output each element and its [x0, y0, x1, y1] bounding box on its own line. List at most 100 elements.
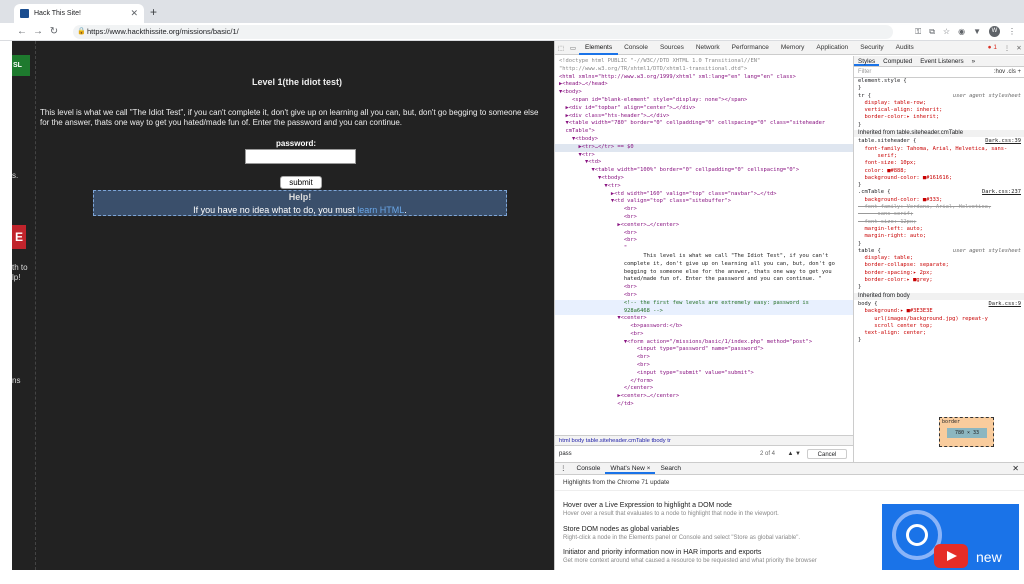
- dom-line[interactable]: <br>: [555, 206, 853, 214]
- whats-new-video-thumbnail[interactable]: new: [882, 504, 1019, 570]
- dom-line[interactable]: ▼<tr>: [555, 183, 853, 191]
- dom-line[interactable]: begging to someone else for the answer, …: [555, 269, 853, 277]
- new-tab-button[interactable]: +: [150, 5, 157, 19]
- tab-styles[interactable]: Styles: [854, 56, 880, 66]
- tab-event-listeners[interactable]: Event Listeners: [916, 56, 967, 66]
- tab-elements[interactable]: Elements: [579, 41, 619, 55]
- dom-line[interactable]: ▶<center>…</center>: [555, 393, 853, 401]
- style-rule-line[interactable]: background:▸ ■#3E3E3E: [854, 308, 1024, 315]
- style-rule-line[interactable]: url(images/background.jpg) repeat-y: [854, 316, 1024, 323]
- dom-line[interactable]: ▼<table width="780" border="0" cellpaddi…: [555, 120, 853, 128]
- dom-line[interactable]: <input type="submit" value="submit">: [555, 370, 853, 378]
- tab-network[interactable]: Network: [690, 41, 726, 55]
- forward-icon[interactable]: →: [30, 26, 46, 37]
- news-item[interactable]: Hover over a Live Expression to highligh…: [563, 502, 863, 517]
- tab-computed[interactable]: Computed: [879, 56, 916, 66]
- news-item[interactable]: Store DOM nodes as global variables Righ…: [563, 526, 863, 541]
- dom-line[interactable]: <br>: [555, 331, 853, 339]
- dom-line[interactable]: <br>: [555, 354, 853, 362]
- submit-button[interactable]: submit: [280, 176, 322, 189]
- style-rule-line[interactable]: border-collapse: separate;: [854, 262, 1024, 269]
- style-rule-line[interactable]: background-color: ■#333;: [854, 197, 1024, 204]
- dom-line[interactable]: ▼<body>: [555, 89, 853, 97]
- dom-line[interactable]: ▶<center>…</center>: [555, 222, 853, 230]
- dom-line[interactable]: ▼<tbody>: [555, 136, 853, 144]
- style-rule-line[interactable]: }: [854, 337, 1024, 344]
- styles-filter[interactable]: Filter :hov .cls +: [854, 67, 1024, 78]
- news-item[interactable]: Initiator and priority information now i…: [563, 549, 863, 564]
- dom-line[interactable]: ▼<tbody>: [555, 175, 853, 183]
- style-rule-line[interactable]: }: [854, 284, 1024, 291]
- dom-line[interactable]: This level is what we call "The Idiot Te…: [555, 253, 853, 261]
- style-rule-line[interactable]: border-spacing:▸ 2px;: [854, 270, 1024, 277]
- breadcrumb[interactable]: html body table.siteheader.cmTable tbody…: [555, 435, 853, 445]
- dom-line[interactable]: <!doctype html PUBLIC "-//W3C//DTD XHTML…: [555, 58, 853, 66]
- style-rule-line[interactable]: border-color:▸ ■grey;: [854, 277, 1024, 284]
- style-source-link[interactable]: Dark.css:237: [982, 189, 1021, 196]
- dom-line[interactable]: ": [555, 245, 853, 253]
- dom-line[interactable]: <br>: [555, 362, 853, 370]
- tab-sources[interactable]: Sources: [654, 41, 690, 55]
- dom-line[interactable]: "http://www.w3.org/TR/xhtml1/DTD/xhtml1-…: [555, 66, 853, 74]
- style-rule-line[interactable]: font-family: Tahoma, Arial, Helvetica, s…: [854, 146, 1024, 153]
- drawer-menu-icon[interactable]: ⋮: [555, 463, 572, 474]
- star-icon[interactable]: ☆: [943, 27, 950, 36]
- avatar[interactable]: W: [989, 26, 1000, 37]
- close-tab-icon[interactable]: ✕: [130, 8, 138, 19]
- reload-icon[interactable]: ↻: [46, 26, 62, 37]
- dom-line[interactable]: 928a6468 -->: [555, 307, 853, 316]
- dom-line[interactable]: ▶<div class="hts-header">…</div>: [555, 113, 853, 121]
- style-rule-line[interactable]: }: [854, 85, 1024, 92]
- style-rule-line[interactable]: font-size: 12px;: [854, 219, 1024, 226]
- style-rule-line[interactable]: }: [854, 122, 1024, 129]
- inspect-icon[interactable]: ⬚: [555, 44, 567, 52]
- style-rule-line[interactable]: margin-left: auto;: [854, 226, 1024, 233]
- tab-console[interactable]: Console: [618, 41, 654, 55]
- tab-whats-new[interactable]: What's New ×: [605, 463, 656, 474]
- key-icon[interactable]: ⚿: [915, 27, 921, 37]
- browser-tab[interactable]: Hack This Site! ✕: [14, 4, 144, 23]
- more-icon[interactable]: ⋮: [1001, 44, 1013, 52]
- style-rule-line[interactable]: background-color: ■#161616;: [854, 175, 1024, 182]
- style-rule-line[interactable]: color: ■#888;: [854, 168, 1024, 175]
- tab-drawer-console[interactable]: Console: [572, 463, 606, 474]
- style-rule-line[interactable]: font-family: Verdana, Arial, Helvetica,: [854, 204, 1024, 211]
- dom-line[interactable]: ▼<form action="/missions/basic/1/index.p…: [555, 339, 853, 347]
- style-rule-line[interactable]: }: [854, 182, 1024, 189]
- dom-line[interactable]: <br>: [555, 284, 853, 292]
- filter-tools[interactable]: :hov .cls +: [994, 67, 1021, 78]
- style-rule-line[interactable]: border-color:▸ inherit;: [854, 114, 1024, 121]
- style-rule-line[interactable]: tr {user agent stylesheet: [854, 93, 1024, 100]
- style-rule-line[interactable]: }: [854, 241, 1024, 248]
- youtube-play-icon[interactable]: [934, 544, 968, 568]
- dom-line[interactable]: ▼<tr>: [555, 152, 853, 160]
- dom-line[interactable]: hated/made fun of. Enter the password an…: [555, 276, 853, 284]
- style-rule-line[interactable]: scroll center top;: [854, 323, 1024, 330]
- dom-line[interactable]: ▼<center>: [555, 315, 853, 323]
- dom-tree[interactable]: <!doctype html PUBLIC "-//W3C//DTD XHTML…: [555, 56, 853, 474]
- style-rule-line[interactable]: serif;: [854, 153, 1024, 160]
- dom-line[interactable]: ▶<div id="topbar" align="center">…</div>: [555, 105, 853, 113]
- style-rule-line[interactable]: margin-right: auto;: [854, 233, 1024, 240]
- dom-line[interactable]: ▼<table width="100%" border="0" cellpadd…: [555, 167, 853, 175]
- dom-line[interactable]: <br>: [555, 230, 853, 238]
- style-rule-line[interactable]: display: table-row;: [854, 100, 1024, 107]
- dom-line[interactable]: ▶<head>…</head>: [555, 81, 853, 89]
- style-rule-line[interactable]: table.siteheader {Dark.css:39: [854, 138, 1024, 145]
- tab-memory[interactable]: Memory: [775, 41, 810, 55]
- dom-line[interactable]: </td>: [555, 401, 853, 409]
- dom-line[interactable]: </form>: [555, 378, 853, 386]
- menu-icon[interactable]: ⋮: [1008, 27, 1016, 36]
- style-source-link[interactable]: Dark.css:39: [985, 138, 1021, 145]
- dom-line[interactable]: <span id="blank-element" style="display:…: [555, 97, 853, 105]
- tab-application[interactable]: Application: [810, 41, 854, 55]
- translate-icon[interactable]: ⧉: [929, 27, 935, 37]
- style-rule-line[interactable]: sans-serif;: [854, 211, 1024, 218]
- tab-security[interactable]: Security: [854, 41, 889, 55]
- dom-line[interactable]: <input type="password" name="password">: [555, 346, 853, 354]
- style-rule-line[interactable]: text-align: center;: [854, 330, 1024, 337]
- more-tabs-icon[interactable]: »: [968, 56, 980, 66]
- close-devtools-icon[interactable]: ✕: [1013, 44, 1024, 52]
- extension-icon[interactable]: ◉: [958, 27, 965, 36]
- dom-line[interactable]: <!-- the first few levels are extremely …: [555, 299, 853, 308]
